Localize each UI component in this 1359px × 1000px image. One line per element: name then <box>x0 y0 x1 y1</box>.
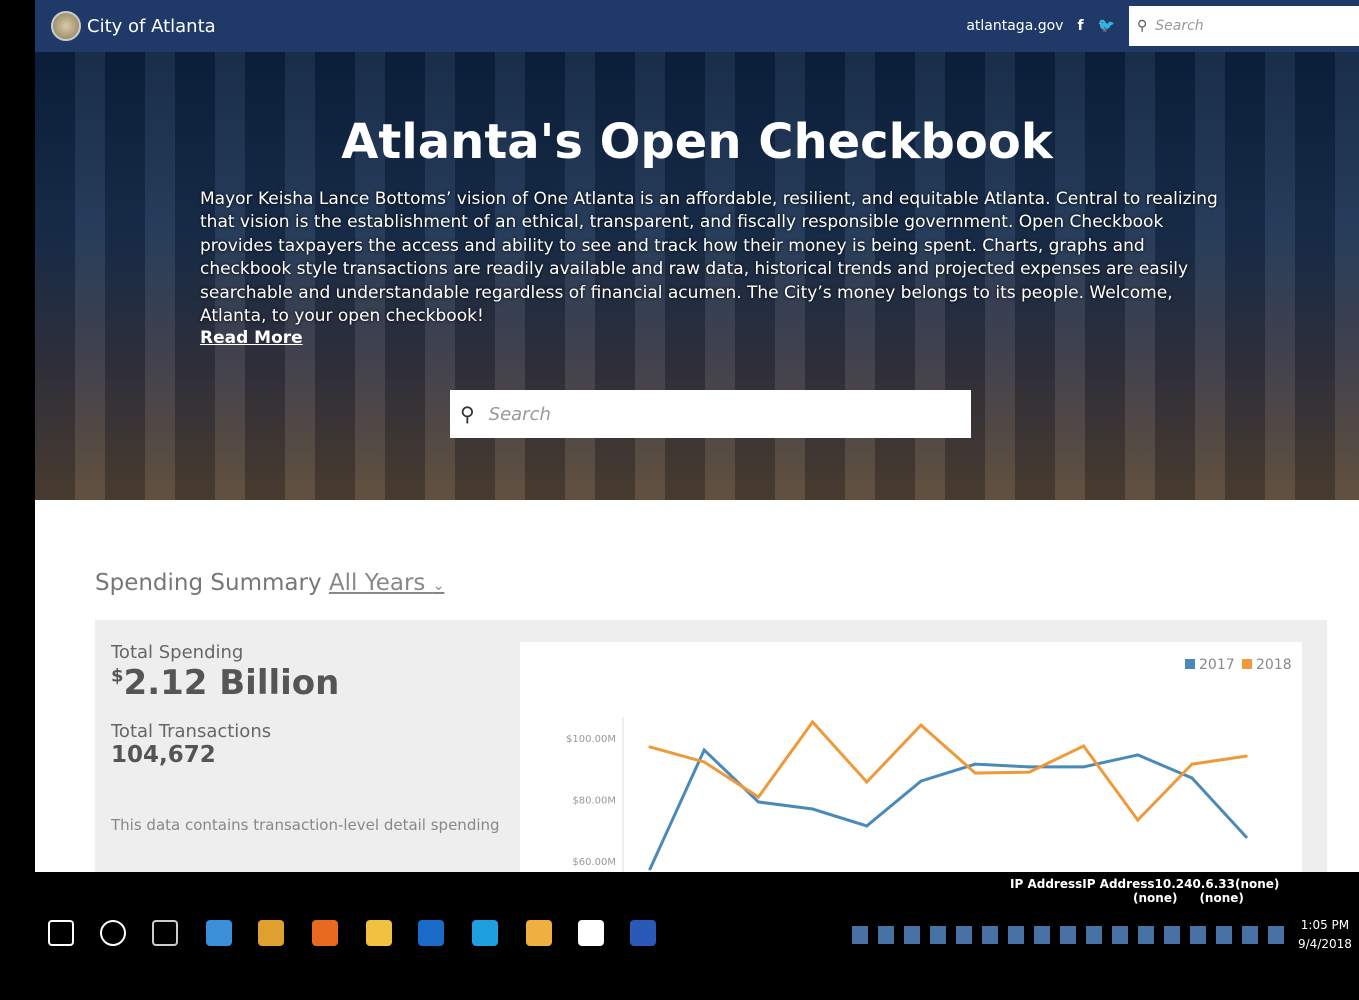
summary-title: Spending Summary <box>95 570 322 596</box>
intro-text: Mayor Keisha Lance Bottoms’ vision of On… <box>200 189 1218 327</box>
data-point-2018 <box>973 771 977 775</box>
data-point-2017 <box>919 779 923 783</box>
chrome-icon[interactable] <box>258 920 284 946</box>
total-transactions-label: Total Transactions <box>111 721 272 742</box>
y-tick-label: $100.00M <box>566 734 616 745</box>
search-icon: ⚲ <box>1137 18 1148 34</box>
total-spending-label: Total Spending <box>111 642 244 663</box>
data-point-2018 <box>648 745 652 749</box>
search-placeholder: Search <box>1155 18 1204 34</box>
browser-page: City of Atlanta atlantaga.gov f 🐦 ⚲ Sear… <box>35 0 1359 872</box>
y-tick-label: $80.00M <box>572 796 616 807</box>
search-placeholder: Search <box>488 403 551 425</box>
total-spending-amount: 2.12 Billion <box>123 663 340 703</box>
data-point-2017 <box>1190 776 1194 780</box>
word-icon[interactable] <box>630 920 656 946</box>
data-point-2018 <box>1027 770 1031 774</box>
data-point-2017 <box>865 824 869 828</box>
site-link[interactable]: atlantaga.gov <box>966 18 1063 34</box>
clock[interactable]: 1:05 PM 9/4/2018 <box>1298 916 1352 954</box>
ip-info-overlay: IP AddressIP Address10.240.6.33(none) (n… <box>1010 877 1279 905</box>
summary-panel: Total Spending $2.12 Billion Total Trans… <box>95 620 1327 872</box>
data-point-2018 <box>702 760 706 764</box>
data-point-2017 <box>1027 765 1031 769</box>
outlook-icon[interactable] <box>418 920 444 946</box>
data-note: This data contains transaction-level det… <box>111 816 500 834</box>
data-point-2017 <box>811 807 815 811</box>
ip-none-2: (none) <box>1199 891 1244 905</box>
data-point-2017 <box>648 867 652 871</box>
legend-swatch-2017 <box>1185 659 1195 669</box>
ip-address-line: IP AddressIP Address10.240.6.33(none) <box>1010 877 1280 891</box>
currency-symbol: $ <box>111 665 124 687</box>
legend-label-2017: 2017 <box>1199 657 1235 673</box>
total-transactions-value: 104,672 <box>111 742 216 768</box>
hero-search-input[interactable]: ⚲ Search <box>450 390 971 438</box>
firefox-icon[interactable] <box>312 920 338 946</box>
chevron-down-icon: ⌄ <box>432 578 445 594</box>
data-point-2017 <box>1082 765 1086 769</box>
data-point-2017 <box>973 762 977 766</box>
clock-time: 1:05 PM <box>1300 918 1350 932</box>
data-point-2018 <box>1190 762 1194 766</box>
top-nav: City of Atlanta atlantaga.gov f 🐦 ⚲ Sear… <box>35 0 1359 52</box>
data-point-2017 <box>1136 753 1140 757</box>
spending-chart: $100.00M $80.00M $60.00M 2017 2018 <box>520 642 1302 872</box>
data-point-2018 <box>811 720 815 724</box>
data-point-2018 <box>919 723 923 727</box>
data-point-2017 <box>1244 835 1248 839</box>
series-line-2017 <box>648 747 1248 870</box>
total-spending-value: $2.12 Billion <box>111 663 500 703</box>
facebook-icon[interactable]: f <box>1077 18 1083 34</box>
line-chart: $100.00M $80.00M $60.00M 2017 2018 <box>566 657 1292 872</box>
slack-icon[interactable] <box>578 920 604 946</box>
header-search-input[interactable]: ⚲ Search <box>1129 6 1359 46</box>
data-point-2018 <box>1244 754 1248 758</box>
data-point-2018 <box>1136 818 1140 822</box>
file-explorer-icon[interactable] <box>366 920 392 946</box>
people-icon[interactable] <box>526 920 552 946</box>
search-icon: ⚲ <box>460 402 475 426</box>
clock-date: 9/4/2018 <box>1298 937 1352 951</box>
internet-explorer-icon[interactable] <box>206 920 232 946</box>
city-seal-logo[interactable] <box>51 11 81 41</box>
brand-name[interactable]: City of Atlanta <box>87 16 216 37</box>
system-tray[interactable] <box>852 926 1292 944</box>
read-more-link[interactable]: Read More <box>200 328 303 348</box>
cortana-icon[interactable] <box>100 920 126 946</box>
data-point-2018 <box>1082 744 1086 748</box>
windows-start-icon[interactable] <box>48 920 74 946</box>
year-select[interactable]: All Years ⌄ <box>329 570 445 596</box>
legend-swatch-2018 <box>1242 659 1252 669</box>
data-point-2018 <box>865 780 869 784</box>
skype-icon[interactable] <box>472 920 498 946</box>
legend-label-2018: 2018 <box>1256 657 1292 673</box>
data-point-2017 <box>702 748 706 752</box>
year-select-value: All Years <box>328 570 426 596</box>
hero-banner: Atlanta's Open Checkbook Mayor Keisha La… <box>35 52 1359 500</box>
ip-none-1: (none) <box>1133 891 1178 905</box>
data-point-2017 <box>756 800 760 804</box>
task-view-icon[interactable] <box>152 920 178 946</box>
page-title: Atlanta's Open Checkbook <box>341 114 1053 170</box>
data-point-2018 <box>756 795 760 799</box>
spending-summary-heading: Spending Summary All Years ⌄ <box>95 570 444 596</box>
twitter-icon[interactable]: 🐦 <box>1098 18 1115 34</box>
y-tick-label: $60.00M <box>572 857 616 868</box>
